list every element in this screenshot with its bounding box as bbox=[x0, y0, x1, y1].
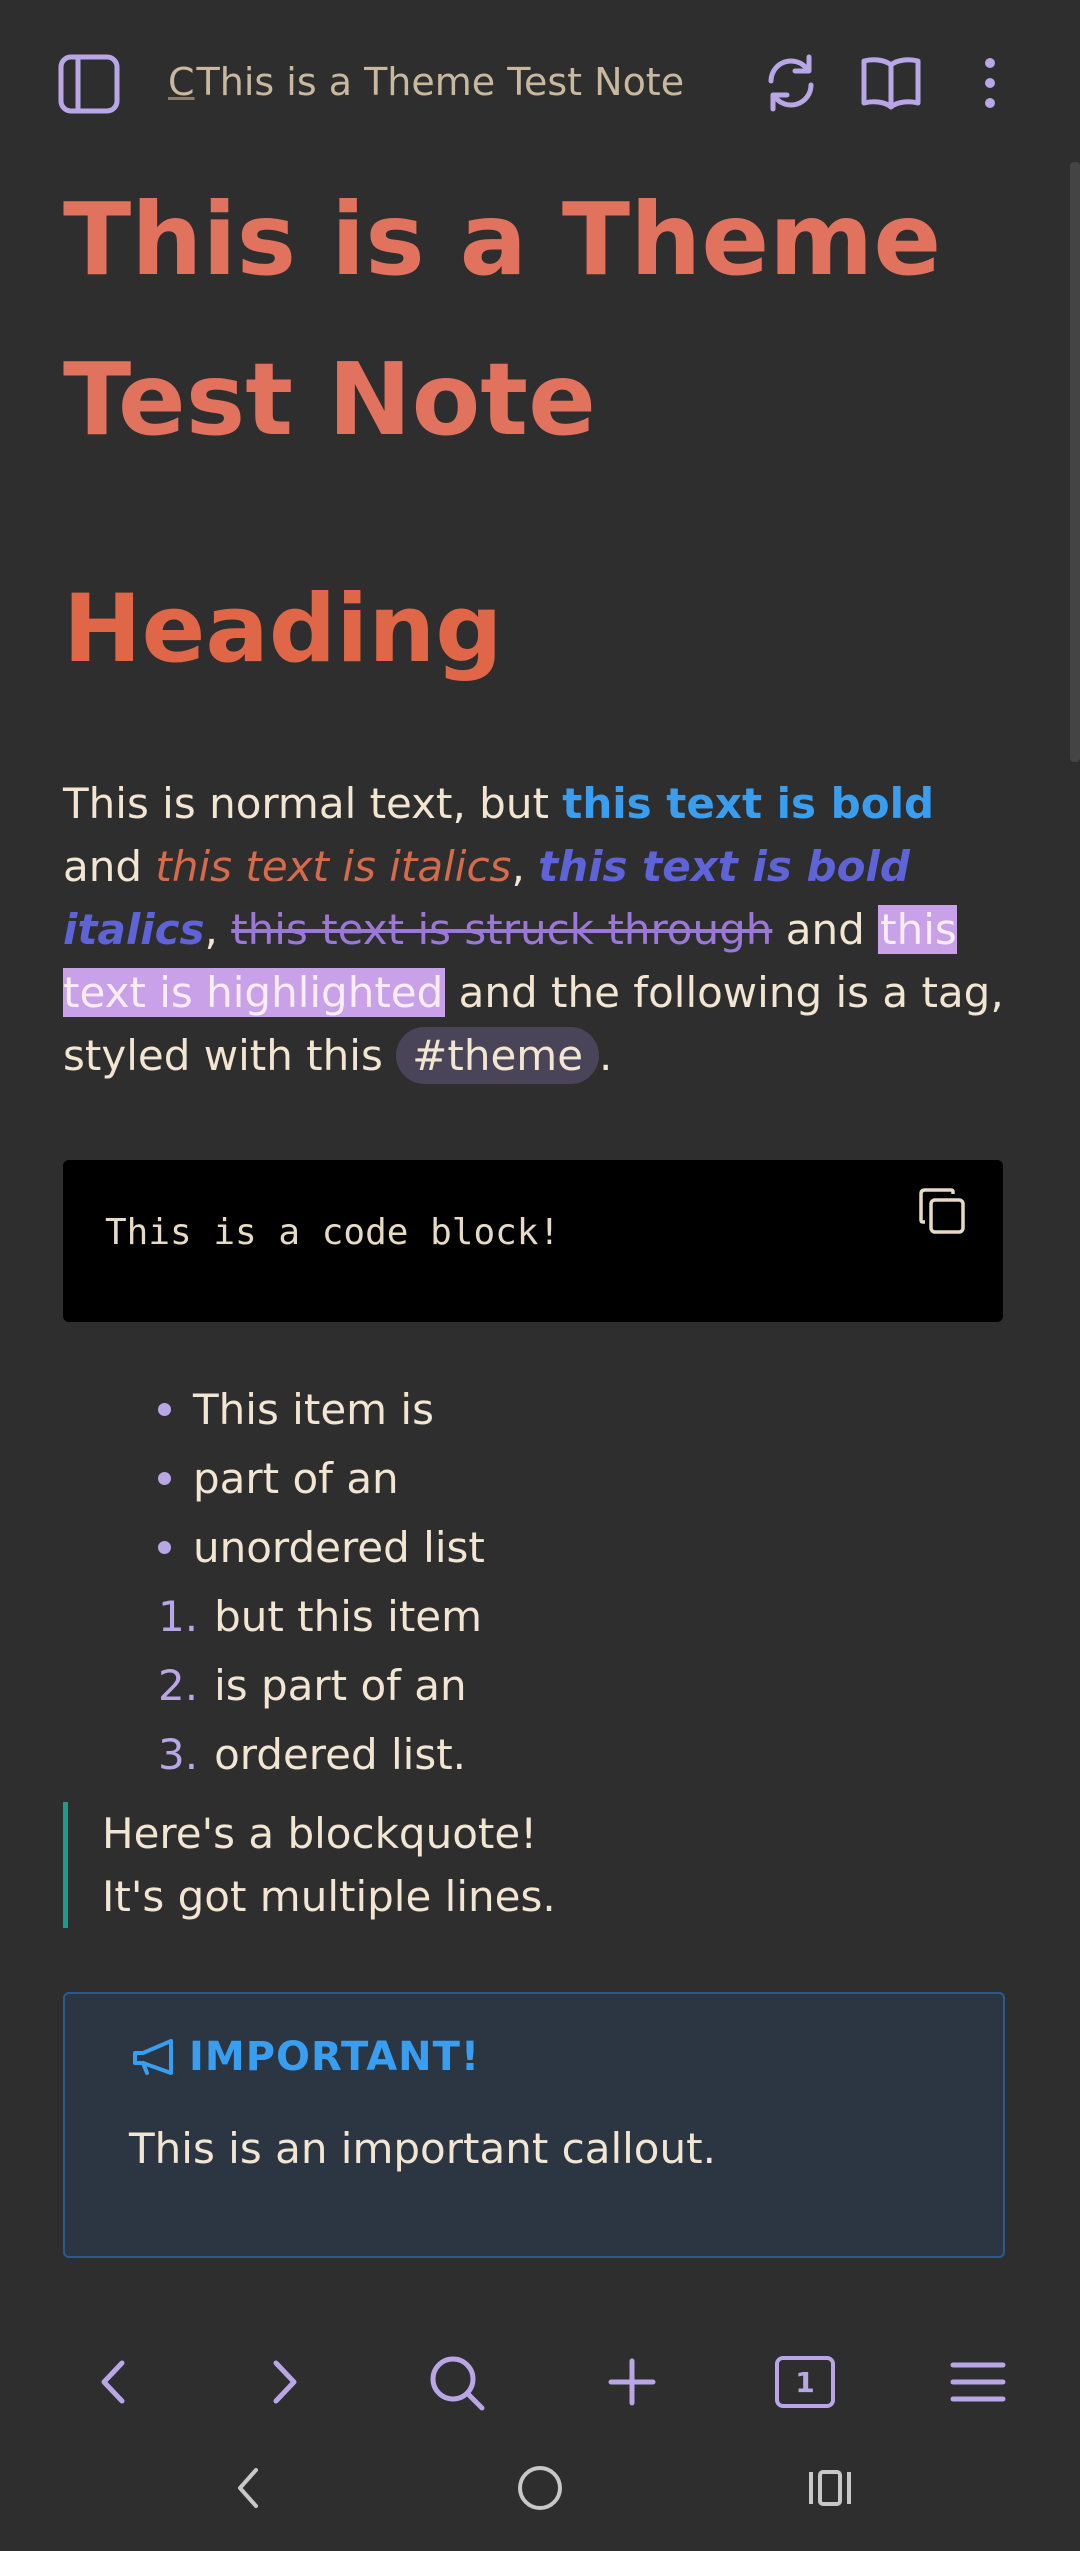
list-item: 3. ordered list. bbox=[158, 1720, 485, 1789]
normal-text: and bbox=[63, 842, 156, 891]
system-back-button[interactable] bbox=[220, 2460, 276, 2516]
note-title-line-1: This is a Theme bbox=[63, 181, 942, 298]
tabs-icon: 1 bbox=[775, 2356, 835, 2408]
tab-count: 1 bbox=[795, 2365, 815, 2399]
important-callout: IMPORTANT! This is an important callout. bbox=[63, 1992, 1005, 2258]
title-cursor: C bbox=[168, 60, 195, 104]
list-item: unordered list bbox=[158, 1513, 485, 1582]
list-item-text: ordered list. bbox=[214, 1730, 467, 1779]
search-icon bbox=[430, 2356, 485, 2411]
sync-icon bbox=[768, 54, 814, 112]
forward-button[interactable] bbox=[252, 2350, 316, 2414]
normal-text: , bbox=[511, 842, 539, 891]
back-button[interactable] bbox=[82, 2350, 146, 2414]
normal-text: This is normal text, but bbox=[63, 779, 563, 828]
list-number: 2. bbox=[158, 1661, 199, 1710]
chevron-right-icon bbox=[273, 2360, 297, 2404]
new-note-button[interactable] bbox=[600, 2350, 664, 2414]
list-item-text: part of an bbox=[193, 1454, 399, 1503]
note-title-line-2: Test Note bbox=[63, 341, 596, 458]
callout-title-text: IMPORTANT! bbox=[189, 2034, 481, 2080]
hamburger-menu-icon bbox=[950, 2362, 1006, 2402]
normal-text: , bbox=[204, 905, 232, 954]
note-title-field[interactable]: C This is a Theme Test Note bbox=[168, 52, 728, 112]
reading-view-button[interactable] bbox=[858, 52, 924, 114]
title-text: This is a Theme Test Note bbox=[196, 60, 685, 104]
home-circle-icon bbox=[518, 2466, 562, 2510]
note-content: This is a Theme Test Note Heading This i… bbox=[63, 160, 1005, 2258]
menu-button[interactable] bbox=[944, 2350, 1012, 2414]
blockquote-line: It's got multiple lines. bbox=[102, 1872, 556, 1921]
list-item: This item is bbox=[158, 1375, 485, 1444]
list-item-text: This item is bbox=[193, 1385, 434, 1434]
list-number: 1. bbox=[158, 1592, 199, 1641]
search-button[interactable] bbox=[424, 2350, 490, 2416]
system-home-button[interactable] bbox=[510, 2458, 570, 2518]
callout-title: IMPORTANT! bbox=[131, 2034, 480, 2080]
list-number: 3. bbox=[158, 1730, 199, 1779]
sync-button[interactable] bbox=[760, 52, 822, 114]
sidebar-toggle-button[interactable] bbox=[56, 52, 122, 116]
tabs-button[interactable]: 1 bbox=[770, 2350, 840, 2414]
chevron-left-icon bbox=[101, 2360, 125, 2404]
heading: Heading bbox=[63, 575, 503, 684]
plus-icon bbox=[608, 2358, 656, 2406]
blockquote-line: Here's a blockquote! bbox=[102, 1809, 538, 1858]
normal-text: and bbox=[772, 905, 879, 954]
paragraph: This is normal text, but this text is bo… bbox=[63, 772, 1023, 1087]
list-item-text: is part of an bbox=[214, 1661, 467, 1710]
copy-icon bbox=[919, 1188, 965, 1234]
system-navigation-bar bbox=[0, 2440, 1080, 2540]
code-text: This is a code block! bbox=[105, 1212, 561, 1253]
megaphone-icon bbox=[133, 2039, 173, 2075]
book-icon bbox=[861, 57, 921, 110]
copy-code-button[interactable] bbox=[917, 1186, 967, 1240]
scrollbar[interactable] bbox=[1070, 162, 1080, 762]
tag-theme[interactable]: #theme bbox=[396, 1027, 600, 1084]
list-item-text: but this item bbox=[214, 1592, 483, 1641]
strikethrough-text: this text is struck through bbox=[231, 905, 773, 954]
bold-text: this text is bold bbox=[562, 779, 935, 828]
list-item-text: unordered list bbox=[193, 1523, 485, 1572]
blockquote: Here's a blockquote! It's got multiple l… bbox=[63, 1802, 556, 1928]
italic-text: this text is italics bbox=[155, 842, 512, 891]
list-item: part of an bbox=[158, 1444, 485, 1513]
list-item: 2. is part of an bbox=[158, 1651, 485, 1720]
top-bar: C This is a Theme Test Note bbox=[0, 0, 1080, 160]
bullet-icon bbox=[158, 1403, 171, 1416]
normal-text: . bbox=[599, 1031, 613, 1080]
more-vertical-icon bbox=[985, 58, 995, 108]
system-back-icon bbox=[238, 2468, 258, 2508]
list: This item is part of an unordered list 1… bbox=[158, 1375, 485, 1789]
code-block: This is a code block! bbox=[63, 1160, 1003, 1322]
system-recents-button[interactable] bbox=[800, 2460, 860, 2516]
bottom-toolbar: 1 bbox=[0, 2330, 1080, 2430]
callout-body: This is an important callout. bbox=[129, 2124, 716, 2173]
list-item: 1. but this item bbox=[158, 1582, 485, 1651]
more-options-button[interactable] bbox=[970, 52, 1010, 114]
sidebar-icon bbox=[58, 54, 120, 114]
bullet-icon bbox=[158, 1472, 171, 1485]
recents-icon bbox=[809, 2470, 851, 2506]
bullet-icon bbox=[158, 1541, 171, 1554]
